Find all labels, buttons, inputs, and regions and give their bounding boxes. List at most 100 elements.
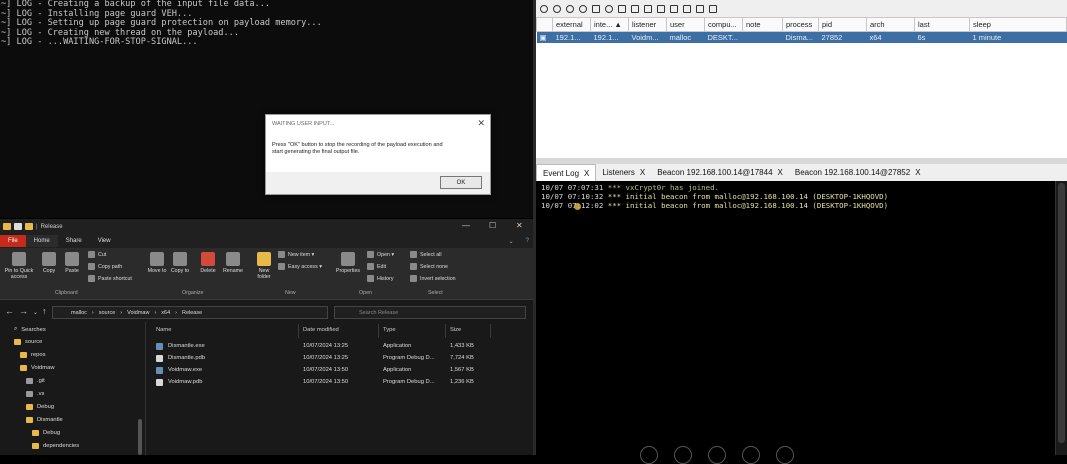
column-header[interactable]: sleep xyxy=(969,17,1067,32)
minimize-icon[interactable]: — xyxy=(462,221,470,230)
close-icon[interactable]: X xyxy=(584,169,589,178)
open-button[interactable]: Open ▾ xyxy=(367,251,394,258)
headphones-icon[interactable] xyxy=(566,4,574,13)
column-divider[interactable] xyxy=(490,324,491,338)
tab-listeners[interactable]: Listeners X xyxy=(596,164,651,181)
table-row[interactable]: ▣ 192.1... 192.1... Voidm... malloc DESK… xyxy=(536,31,1067,43)
close-icon[interactable]: ✕ xyxy=(477,118,485,129)
breadcrumb-item[interactable]: x64 xyxy=(161,310,170,316)
keyboard-icon[interactable] xyxy=(657,4,665,13)
nav-item-source[interactable]: source xyxy=(14,339,42,345)
scrollbar-thumb[interactable] xyxy=(1058,183,1065,443)
paste-button[interactable]: Paste xyxy=(63,252,81,274)
rename-button[interactable]: Rename xyxy=(221,252,245,274)
tab-file[interactable]: File xyxy=(0,235,26,247)
column-header[interactable]: pid xyxy=(818,17,867,32)
table-row[interactable]: Voidmaw.pdb 10/07/2024 13:50 Program Deb… xyxy=(148,377,533,389)
copy-to-button[interactable]: Copy to xyxy=(170,252,190,274)
event-log-output[interactable]: 10/07 07:07:31 *** vxCrypt0r has joined.… xyxy=(536,181,1067,211)
key-icon[interactable] xyxy=(618,4,626,13)
history-button[interactable]: History xyxy=(367,275,393,282)
up-arrow-icon[interactable]: ↑ xyxy=(42,306,47,316)
table-row[interactable]: Dismantle.pdb 10/07/2024 13:25 Program D… xyxy=(148,353,533,365)
maximize-icon[interactable]: ☐ xyxy=(489,221,496,230)
pin-to-quick-access-button[interactable]: Pin to Quick access xyxy=(2,252,36,280)
column-header[interactable]: external xyxy=(552,17,591,32)
nav-item-debug[interactable]: Debug xyxy=(26,404,54,410)
select-none-button[interactable]: Select none xyxy=(410,263,448,270)
column-header-type[interactable]: Type xyxy=(383,327,396,337)
close-icon[interactable]: X xyxy=(778,168,783,177)
column-header[interactable]: inte... ▲ xyxy=(590,17,629,32)
table-row[interactable]: Voidmaw.exe 10/07/2024 13:50 Application… xyxy=(148,365,533,377)
select-all-button[interactable]: Select all xyxy=(410,251,442,258)
tab-event-log[interactable]: Event Log X xyxy=(536,164,597,181)
new-folder-icon[interactable] xyxy=(25,223,33,230)
column-header[interactable] xyxy=(536,17,553,32)
breadcrumb-item[interactable]: malloc xyxy=(71,310,87,316)
column-divider[interactable] xyxy=(445,324,446,338)
log-scrollbar[interactable] xyxy=(1055,181,1067,455)
nav-item-git[interactable]: .git xyxy=(26,378,45,384)
breadcrumb-item[interactable]: Release xyxy=(182,310,202,316)
help-icon[interactable]: ? xyxy=(522,235,533,247)
breadcrumb-item[interactable]: Voidmaw xyxy=(127,310,149,316)
close-icon[interactable]: ✕ xyxy=(516,221,523,230)
nav-item-dismantle-debug[interactable]: Debug xyxy=(32,430,60,436)
tab-home[interactable]: Home xyxy=(25,235,58,247)
easy-access-button[interactable]: Easy access ▾ xyxy=(278,263,322,270)
close-icon[interactable]: X xyxy=(915,168,920,177)
properties-button[interactable]: Properties xyxy=(334,252,362,274)
nav-item-vs[interactable]: .vs xyxy=(26,391,44,397)
cut-button[interactable]: Cut xyxy=(88,251,106,258)
column-header-name[interactable]: Name xyxy=(156,327,171,337)
breadcrumb-item[interactable]: source xyxy=(99,310,116,316)
gear-icon[interactable] xyxy=(644,4,652,13)
back-arrow-icon[interactable]: ← xyxy=(5,306,14,316)
tab-beacon-17844[interactable]: Beacon 192.168.100.14@17844 X xyxy=(651,164,789,181)
chevron-down-icon[interactable]: ⌄ xyxy=(501,235,522,248)
remove-icon[interactable] xyxy=(553,4,561,13)
folder-icon[interactable] xyxy=(696,4,704,13)
column-header[interactable]: process xyxy=(782,17,819,32)
copy-button[interactable]: Copy xyxy=(40,252,58,274)
link-icon[interactable] xyxy=(683,4,691,13)
list-icon[interactable] xyxy=(592,4,600,13)
target-icon[interactable] xyxy=(605,4,613,13)
column-header[interactable]: arch xyxy=(866,17,915,32)
column-header[interactable]: last xyxy=(914,17,970,32)
table-row[interactable]: Dismantle.exe 10/07/2024 13:25 Applicati… xyxy=(148,341,533,353)
move-to-button[interactable]: Move to xyxy=(147,252,167,274)
new-item-button[interactable]: New item ▾ xyxy=(278,251,314,258)
column-header[interactable]: user xyxy=(666,17,705,32)
add-icon[interactable] xyxy=(540,4,548,13)
column-header-date[interactable]: Date modified xyxy=(303,327,339,337)
invert-selection-button[interactable]: Invert selection xyxy=(410,275,456,282)
tab-beacon-27852[interactable]: Beacon 192.168.100.14@27852 X xyxy=(789,164,927,181)
forward-arrow-icon[interactable]: → xyxy=(19,306,28,316)
column-header[interactable]: compu... xyxy=(704,17,743,32)
column-divider[interactable] xyxy=(298,324,299,338)
share-icon[interactable] xyxy=(579,4,587,13)
delete-button[interactable]: Delete xyxy=(197,252,219,274)
nav-scrollbar[interactable] xyxy=(138,419,142,455)
paste-shortcut-button[interactable]: Paste shortcut xyxy=(88,275,132,282)
properties-icon[interactable] xyxy=(14,223,22,230)
image-icon[interactable] xyxy=(631,4,639,13)
address-bar[interactable]: malloc › source › Voidmaw › x64 › Release xyxy=(52,306,328,319)
cloud-icon[interactable] xyxy=(670,4,678,13)
nav-item-voidmaw[interactable]: Voidmaw xyxy=(20,365,55,371)
tab-view[interactable]: View xyxy=(90,235,119,247)
nav-item-dismantle[interactable]: Dismantle xyxy=(26,417,63,423)
column-header[interactable]: listener xyxy=(628,17,667,32)
edit-button[interactable]: Edit xyxy=(367,263,386,270)
new-folder-button[interactable]: New folder xyxy=(253,252,275,280)
column-header-size[interactable]: Size xyxy=(450,327,461,337)
column-header[interactable]: note xyxy=(742,17,783,32)
tab-share[interactable]: Share xyxy=(58,235,90,247)
ok-button[interactable]: OK xyxy=(440,176,482,189)
column-divider[interactable] xyxy=(378,324,379,338)
nav-item-repos[interactable]: repos xyxy=(20,352,46,358)
nav-item-dependencies[interactable]: dependencies xyxy=(32,443,79,449)
nav-item-searches[interactable]: ⌕ Searches xyxy=(14,326,46,333)
